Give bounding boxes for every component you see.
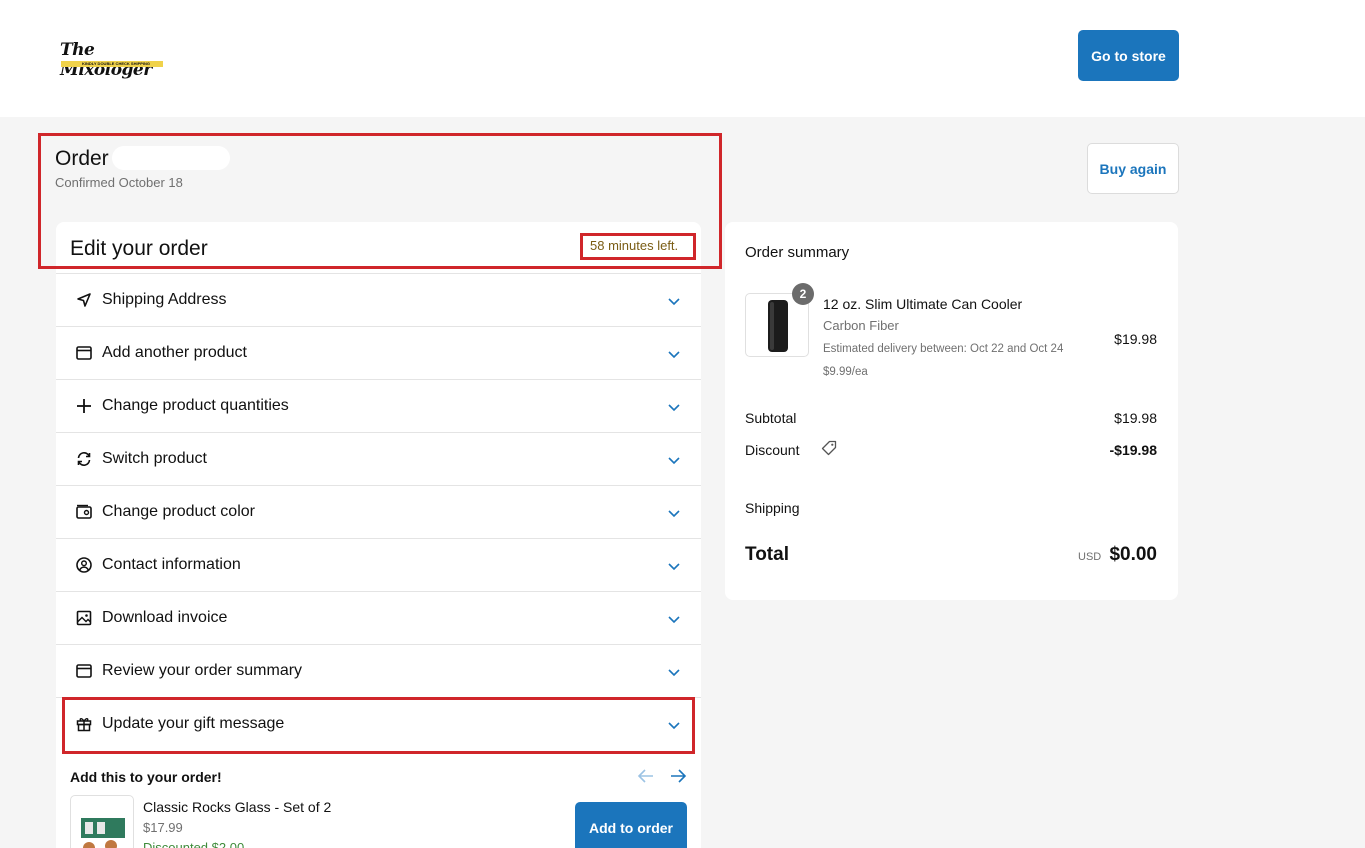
accordion-change-quantities[interactable]: Change product quantities xyxy=(56,379,701,432)
accordion-label: Change product color xyxy=(102,503,255,520)
order-number-redaction xyxy=(112,146,230,170)
refresh-icon xyxy=(77,452,91,466)
logo-tagline: KINDLY DOUBLE CHECK SHIPPING xyxy=(82,61,151,66)
accordion-label: Contact information xyxy=(102,556,241,573)
total-label: Total xyxy=(745,544,789,565)
edit-order-card: Edit your order 58 minutes left. Shippin… xyxy=(56,222,701,848)
accordion-add-another-product[interactable]: Add another product xyxy=(56,326,701,379)
upsell-product-discount: Discounted $2.00 xyxy=(143,840,245,848)
quantity-badge: 2 xyxy=(792,283,814,305)
upsell-product-name: Classic Rocks Glass - Set of 2 xyxy=(143,799,332,815)
user-circle-icon xyxy=(76,557,92,573)
total-currency: USD xyxy=(1078,551,1102,563)
chevron-down-icon xyxy=(668,510,680,518)
total-value: $0.00 xyxy=(1109,544,1157,565)
product-delivery-estimate: Estimated delivery between: Oct 22 and O… xyxy=(823,343,1064,355)
order-confirmed-date: Confirmed October 18 xyxy=(55,175,183,190)
chevron-down-icon xyxy=(668,351,680,359)
product-name: 12 oz. Slim Ultimate Can Cooler xyxy=(823,296,1023,312)
chevron-down-icon xyxy=(668,669,680,677)
product-line-price: $19.98 xyxy=(1114,331,1157,347)
image-icon xyxy=(76,610,92,626)
window-icon xyxy=(76,346,92,360)
window-icon xyxy=(76,664,92,678)
order-title: Order xyxy=(55,147,109,170)
accordion-label: Update your gift message xyxy=(102,715,285,732)
edit-order-title: Edit your order xyxy=(70,237,208,260)
accordion-review-order-summary[interactable]: Review your order summary xyxy=(56,644,701,697)
upsell-product-price: $17.99 xyxy=(143,820,183,835)
upsell-heading: Add this to your order! xyxy=(70,769,222,785)
accordion-download-invoice[interactable]: Download invoice xyxy=(56,591,701,644)
store-logo[interactable]: The Mixologer KINDLY DOUBLE CHECK SHIPPI… xyxy=(60,40,170,80)
chevron-down-icon xyxy=(668,616,680,624)
chevron-down-icon xyxy=(668,457,680,465)
product-variant: Carbon Fiber xyxy=(823,318,899,333)
arrow-right-icon[interactable] xyxy=(668,766,688,786)
accordion-label: Download invoice xyxy=(102,609,228,626)
order-summary-title: Order summary xyxy=(745,244,850,261)
shipping-label: Shipping xyxy=(745,500,800,516)
accordion-update-gift-message[interactable]: Update your gift message xyxy=(56,697,701,750)
accordion-label: Shipping Address xyxy=(102,291,227,308)
plus-icon xyxy=(77,399,91,413)
add-to-order-button[interactable]: Add to order xyxy=(575,802,687,848)
rocks-glass-image xyxy=(81,818,125,848)
accordion-label: Change product quantities xyxy=(102,397,289,414)
chevron-down-icon xyxy=(668,722,680,730)
subtotal-value: $19.98 xyxy=(1114,410,1157,426)
upsell-product-image[interactable] xyxy=(70,795,134,848)
navigation-arrow-icon xyxy=(77,293,91,307)
order-summary-card: Order summary 2 12 oz. Slim Ultimate Can… xyxy=(725,222,1178,600)
logo-text: The Mixologer xyxy=(60,40,152,80)
edit-time-remaining: 58 minutes left. xyxy=(590,238,679,253)
go-to-store-button[interactable]: Go to store xyxy=(1078,30,1179,81)
subtotal-label: Subtotal xyxy=(745,410,797,426)
accordion-label: Add another product xyxy=(102,344,247,361)
chevron-down-icon xyxy=(668,404,680,412)
accordion-label: Review your order summary xyxy=(102,662,303,679)
chevron-down-icon xyxy=(668,298,680,306)
gift-icon xyxy=(76,718,92,732)
color-swap-icon xyxy=(76,504,92,519)
discount-label: Discount xyxy=(745,442,800,458)
accordion-change-color[interactable]: Change product color xyxy=(56,485,701,538)
product-unit-price: $9.99/ea xyxy=(823,366,868,378)
accordion-contact-information[interactable]: Contact information xyxy=(56,538,701,591)
accordion-label: Switch product xyxy=(102,450,207,467)
tag-icon xyxy=(821,440,837,456)
accordion-shipping-address[interactable]: Shipping Address xyxy=(56,273,701,326)
arrow-left-icon[interactable] xyxy=(636,766,656,786)
chevron-down-icon xyxy=(668,563,680,571)
top-bar: The Mixologer KINDLY DOUBLE CHECK SHIPPI… xyxy=(0,0,1365,117)
buy-again-button[interactable]: Buy again xyxy=(1087,143,1179,194)
discount-value: -$19.98 xyxy=(1109,442,1157,458)
accordion-switch-product[interactable]: Switch product xyxy=(56,432,701,485)
